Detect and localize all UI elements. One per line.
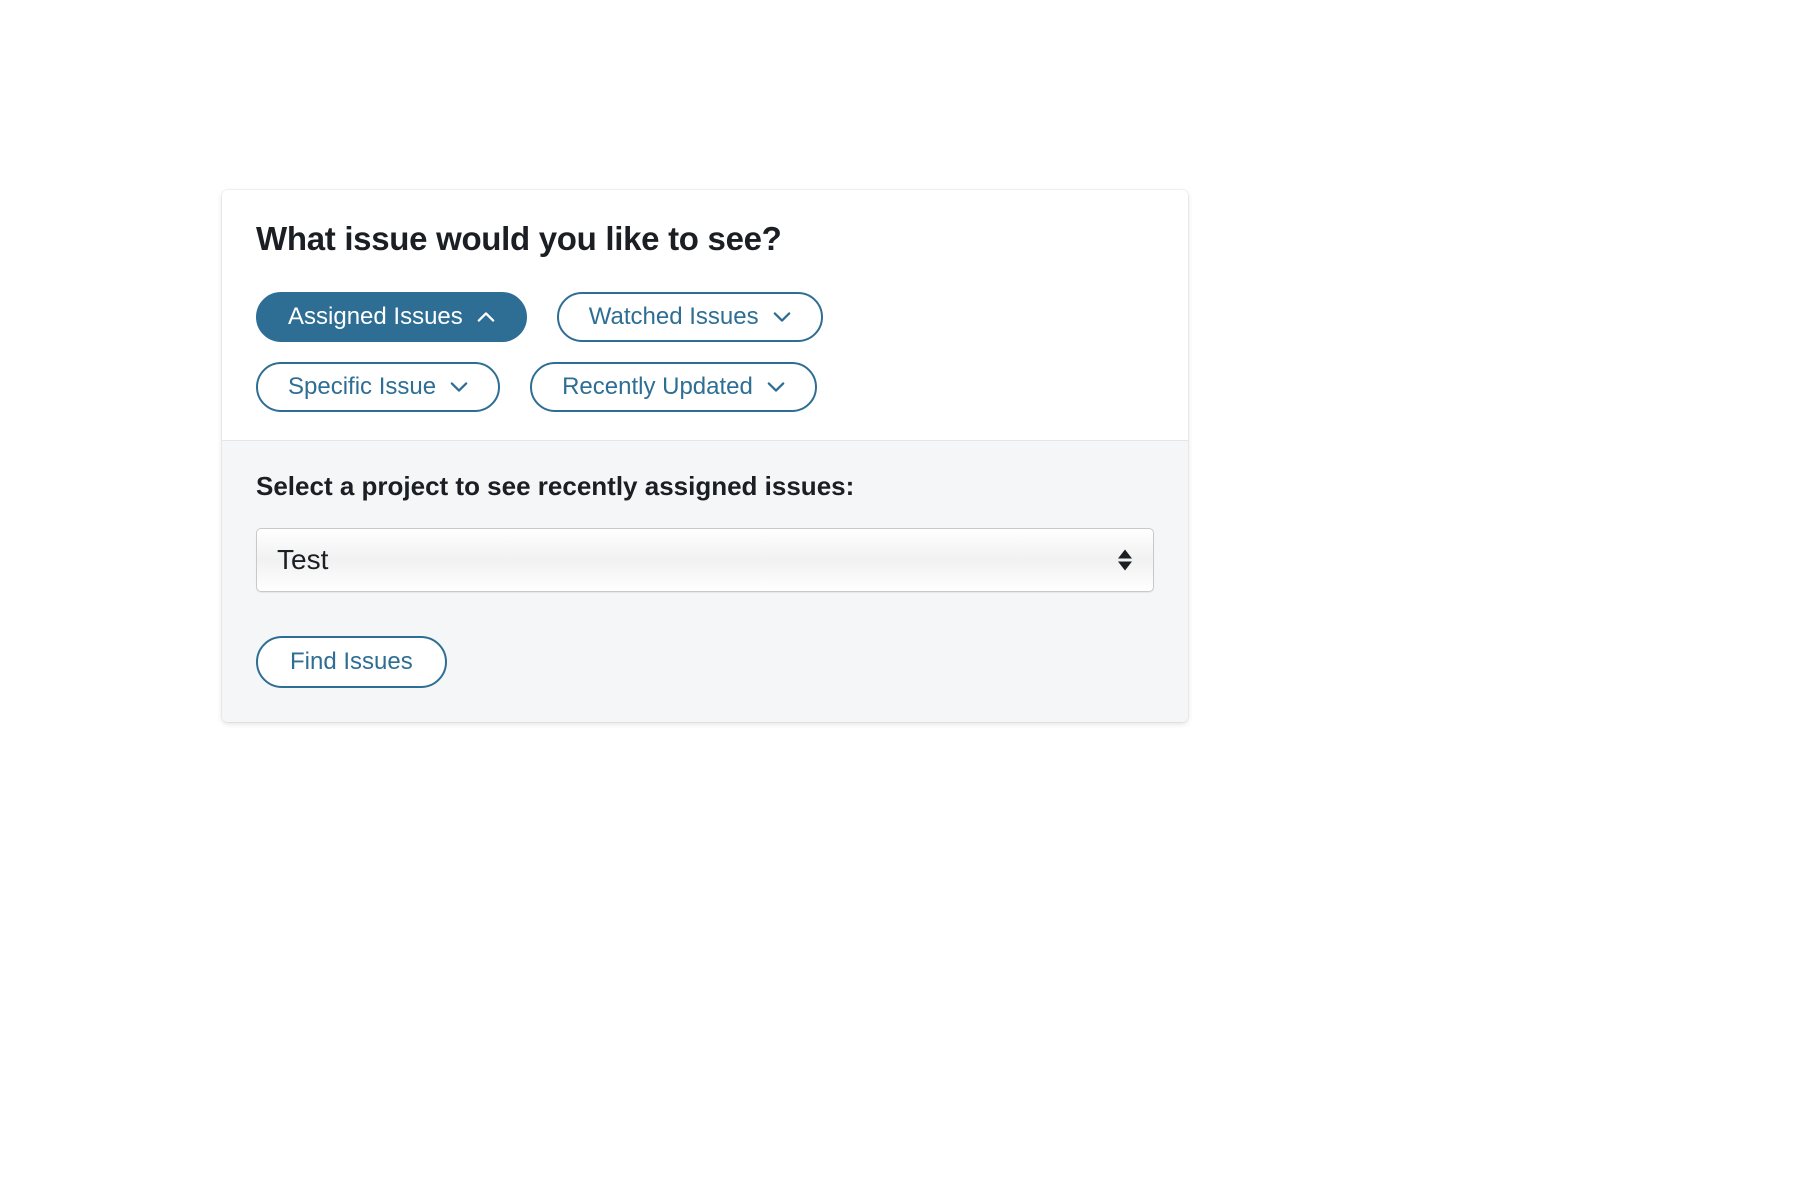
project-select-value: Test bbox=[277, 544, 328, 576]
pill-recently-updated[interactable]: Recently Updated bbox=[530, 362, 817, 412]
chevron-down-icon bbox=[773, 311, 791, 323]
pill-assigned-issues[interactable]: Assigned Issues bbox=[256, 292, 527, 342]
pill-watched-issues[interactable]: Watched Issues bbox=[557, 292, 823, 342]
project-select-wrap: Test bbox=[256, 528, 1154, 592]
pill-row-1: Assigned Issues Watched Issues bbox=[256, 292, 1154, 342]
project-select[interactable]: Test bbox=[256, 528, 1154, 592]
panel-top: What issue would you like to see? Assign… bbox=[222, 190, 1188, 440]
chevron-down-icon bbox=[767, 381, 785, 393]
chevron-down-icon bbox=[450, 381, 468, 393]
find-issues-label: Find Issues bbox=[290, 648, 413, 676]
panel-bottom: Select a project to see recently assigne… bbox=[222, 440, 1188, 722]
pill-specific-issue[interactable]: Specific Issue bbox=[256, 362, 500, 412]
issue-finder-panel: What issue would you like to see? Assign… bbox=[222, 190, 1188, 722]
pill-row-2: Specific Issue Recently Updated bbox=[256, 362, 1154, 412]
panel-title: What issue would you like to see? bbox=[256, 220, 1154, 258]
pill-label: Specific Issue bbox=[288, 375, 436, 399]
pill-label: Recently Updated bbox=[562, 375, 753, 399]
pill-label: Assigned Issues bbox=[288, 305, 463, 329]
find-issues-button[interactable]: Find Issues bbox=[256, 636, 447, 688]
project-select-label: Select a project to see recently assigne… bbox=[256, 471, 1154, 502]
pill-label: Watched Issues bbox=[589, 305, 759, 329]
chevron-up-icon bbox=[477, 311, 495, 323]
